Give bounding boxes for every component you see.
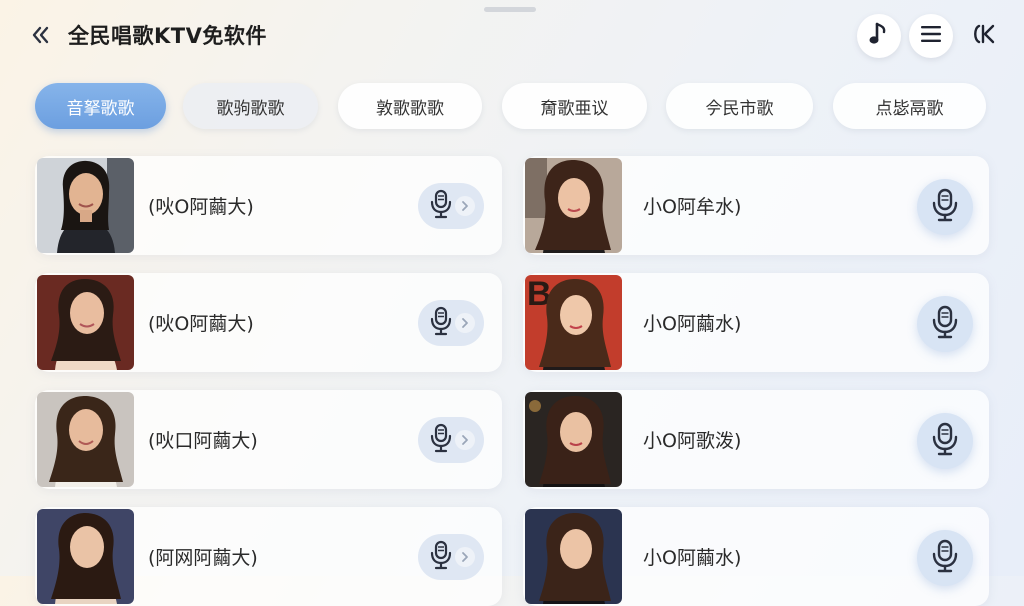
microphone-icon xyxy=(430,189,452,223)
singer-photo xyxy=(525,392,622,487)
microphone-icon xyxy=(430,423,452,457)
singer-name: 小O阿牟水) xyxy=(643,196,742,218)
sing-button[interactable] xyxy=(917,179,973,235)
menu-button[interactable] xyxy=(909,14,953,58)
singer-card[interactable]: (吙O阿繭大) xyxy=(35,156,502,255)
category-tabs: 音拏歌歌 歌驹歌歌 敦歌歌歌 奝歌亜议 𫝆民市歌 点毖鬲歌 xyxy=(0,83,1024,131)
singer-photo xyxy=(525,509,622,604)
singer-name: 小O阿繭水) xyxy=(643,547,742,569)
microphone-icon xyxy=(430,540,452,574)
tab-3[interactable]: 奝歌亜议 xyxy=(502,83,647,129)
singer-card[interactable]: 小O阿歌泼) xyxy=(523,390,989,489)
singer-name: (吙O阿繭大) xyxy=(148,313,254,335)
singer-name: (吙口阿繭大) xyxy=(148,430,258,452)
music-button[interactable] xyxy=(857,14,901,58)
singer-card[interactable]: B 小O阿繭水) xyxy=(523,273,989,372)
microphone-icon xyxy=(430,306,452,340)
chevron-right-icon xyxy=(455,430,475,450)
microphone-icon xyxy=(932,539,958,577)
sing-button[interactable] xyxy=(418,417,484,463)
chevron-right-icon xyxy=(455,196,475,216)
singer-name: 小O阿繭水) xyxy=(643,313,742,335)
singer-card[interactable]: (吙O阿繭大) xyxy=(35,273,502,372)
singer-photo: B xyxy=(525,275,622,370)
singer-name: (阿网阿繭大) xyxy=(148,547,258,569)
sing-button[interactable] xyxy=(917,530,973,586)
singer-photo xyxy=(525,158,622,253)
chevron-right-icon xyxy=(455,547,475,567)
microphone-icon xyxy=(932,188,958,226)
singer-card[interactable]: (阿网阿繭大) xyxy=(35,507,502,606)
singer-photo xyxy=(37,392,134,487)
sing-button[interactable] xyxy=(418,300,484,346)
sing-button[interactable] xyxy=(917,413,973,469)
exit-icon xyxy=(971,23,997,49)
sing-button[interactable] xyxy=(418,183,484,229)
singer-name: 小O阿歌泼) xyxy=(643,430,742,452)
exit-button[interactable] xyxy=(966,20,1002,52)
microphone-icon xyxy=(932,305,958,343)
singer-card[interactable]: (吙口阿繭大) xyxy=(35,390,502,489)
header: 全民唱歌KTV免软件 xyxy=(0,0,1024,72)
back-button[interactable] xyxy=(26,22,56,52)
singer-photo xyxy=(37,509,134,604)
hamburger-menu-icon xyxy=(920,25,942,47)
singer-photo xyxy=(37,158,134,253)
singer-name: (吙O阿繭大) xyxy=(148,196,254,218)
music-note-icon xyxy=(868,21,890,51)
singer-card[interactable]: 小O阿繭水) xyxy=(523,507,989,606)
microphone-icon xyxy=(932,422,958,460)
sing-button[interactable] xyxy=(418,534,484,580)
tab-4[interactable]: 𫝆民市歌 xyxy=(666,83,813,129)
app-title: 全民唱歌KTV免软件 xyxy=(68,24,267,48)
sing-button[interactable] xyxy=(917,296,973,352)
tab-1[interactable]: 歌驹歌歌 xyxy=(183,83,318,129)
singer-card[interactable]: 小O阿牟水) xyxy=(523,156,989,255)
tab-0[interactable]: 音拏歌歌 xyxy=(35,83,166,129)
chevron-right-icon xyxy=(455,313,475,333)
singer-photo xyxy=(37,275,134,370)
tab-2[interactable]: 敦歌歌歌 xyxy=(338,83,482,129)
double-chevron-left-icon xyxy=(29,23,53,51)
tab-5[interactable]: 点毖鬲歌 xyxy=(833,83,986,129)
